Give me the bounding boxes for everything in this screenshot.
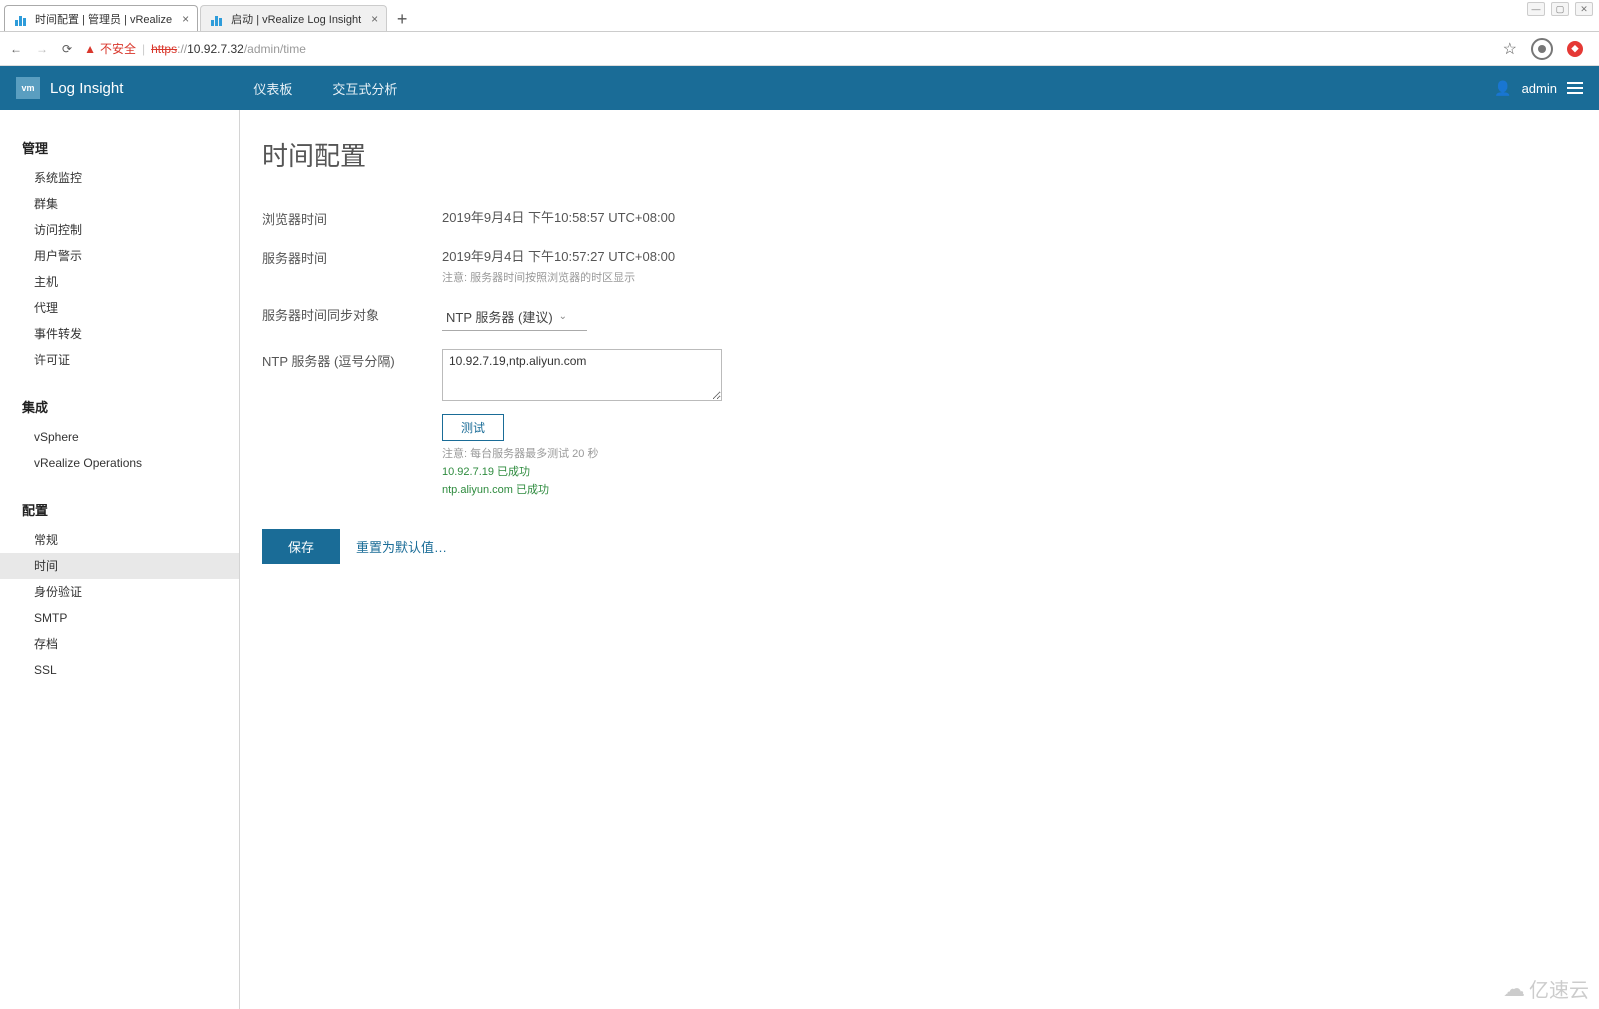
ntp-servers-input[interactable] xyxy=(442,349,722,401)
address-bar[interactable]: ▲ 不安全 | https://10.92.7.32/admin/time xyxy=(84,40,1491,57)
nav-dashboard[interactable]: 仪表板 xyxy=(253,79,292,98)
dropdown-selected: NTP 服务器 (建议) xyxy=(446,307,553,326)
username: admin xyxy=(1522,81,1557,96)
label-sync-target: 服务器时间同步对象 xyxy=(262,303,442,324)
cloud-icon: ☁ xyxy=(1503,976,1525,1002)
new-tab-button[interactable]: + xyxy=(389,7,415,31)
window-controls: — ▢ ✕ xyxy=(1527,2,1593,16)
main-panel: 时间配置 浏览器时间 2019年9月4日 下午10:58:57 UTC+08:0… xyxy=(240,110,1599,1009)
value-browser-time: 2019年9月4日 下午10:58:57 UTC+08:00 xyxy=(442,207,675,226)
sidebar-item-system-monitor[interactable]: 系统监控 xyxy=(0,165,239,191)
browser-tab-inactive[interactable]: 启动 | vRealize Log Insight × xyxy=(200,5,387,31)
insecure-icon: ▲ 不安全 xyxy=(84,40,136,57)
user-menu[interactable]: 👤 admin xyxy=(1494,80,1583,97)
sidebar-item-general[interactable]: 常规 xyxy=(0,527,239,553)
url-path: /admin/time xyxy=(244,42,306,56)
watermark: ☁ 亿速云 xyxy=(1503,974,1589,1003)
sidebar-item-ssl[interactable]: SSL xyxy=(0,657,239,683)
test-button[interactable]: 测试 xyxy=(442,414,504,441)
tab-title: 时间配置 | 管理员 | vRealize xyxy=(35,11,172,27)
nav-buttons: ← → ⟳ xyxy=(10,42,72,56)
back-button[interactable]: ← xyxy=(10,42,22,56)
brand-name: Log Insight xyxy=(50,80,123,97)
nav-interactive-analysis[interactable]: 交互式分析 xyxy=(332,79,397,98)
user-icon: 👤 xyxy=(1494,80,1511,97)
value-server-time: 2019年9月4日 下午10:57:27 UTC+08:00 xyxy=(442,246,675,265)
profile-icon[interactable] xyxy=(1531,38,1553,60)
sidebar-item-event-forwarding[interactable]: 事件转发 xyxy=(0,321,239,347)
insecure-label: 不安全 xyxy=(100,40,136,57)
sidebar-item-vrops[interactable]: vRealize Operations xyxy=(0,450,239,476)
sidebar-item-cluster[interactable]: 群集 xyxy=(0,191,239,217)
reload-button[interactable]: ⟳ xyxy=(62,42,72,56)
sidebar: 管理 系统监控 群集 访问控制 用户警示 主机 代理 事件转发 许可证 集成 v… xyxy=(0,110,240,1009)
url-scheme: https xyxy=(151,42,177,56)
hamburger-icon[interactable] xyxy=(1567,82,1583,94)
sidebar-item-agents[interactable]: 代理 xyxy=(0,295,239,321)
label-server-time: 服务器时间 xyxy=(262,246,442,267)
browser-tabstrip: 时间配置 | 管理员 | vRealize × 启动 | vRealize Lo… xyxy=(0,0,1599,32)
save-button[interactable]: 保存 xyxy=(262,529,340,564)
app-header: vm Log Insight 仪表板 交互式分析 👤 admin xyxy=(0,66,1599,110)
note-test-limit: 注意: 每台服务器最多测试 20 秒 xyxy=(442,445,722,461)
test-result-2: ntp.aliyun.com 已成功 xyxy=(442,481,722,497)
close-tab-icon[interactable]: × xyxy=(371,12,378,26)
sidebar-section-management: 管理 xyxy=(0,132,239,165)
extension-icon[interactable]: ◆ xyxy=(1567,41,1583,57)
label-browser-time: 浏览器时间 xyxy=(262,207,442,228)
sidebar-item-user-alerts[interactable]: 用户警示 xyxy=(0,243,239,269)
forward-button[interactable]: → xyxy=(36,42,48,56)
test-result-1: 10.92.7.19 已成功 xyxy=(442,463,722,479)
sidebar-item-smtp[interactable]: SMTP xyxy=(0,605,239,631)
watermark-text: 亿速云 xyxy=(1529,974,1589,1003)
browser-tab-active[interactable]: 时间配置 | 管理员 | vRealize × xyxy=(4,5,198,31)
browser-toolbar: ← → ⟳ ▲ 不安全 | https://10.92.7.32/admin/t… xyxy=(0,32,1599,66)
dropdown-sync-target[interactable]: NTP 服务器 (建议) ⌄ xyxy=(442,303,587,331)
sidebar-item-vsphere[interactable]: vSphere xyxy=(0,424,239,450)
chevron-down-icon: ⌄ xyxy=(559,311,567,322)
sidebar-item-time[interactable]: 时间 xyxy=(0,553,239,579)
url-host: 10.92.7.32 xyxy=(187,42,244,56)
sidebar-item-auth[interactable]: 身份验证 xyxy=(0,579,239,605)
maximize-button[interactable]: ▢ xyxy=(1551,2,1569,16)
sidebar-item-access-control[interactable]: 访问控制 xyxy=(0,217,239,243)
close-window-button[interactable]: ✕ xyxy=(1575,2,1593,16)
brand-logo-icon: vm xyxy=(16,77,40,99)
close-tab-icon[interactable]: × xyxy=(182,12,189,26)
sidebar-section-config: 配置 xyxy=(0,494,239,527)
favicon-icon xyxy=(15,12,29,26)
favicon-icon xyxy=(211,12,225,26)
url-sep: :// xyxy=(177,42,187,56)
sidebar-section-integration: 集成 xyxy=(0,391,239,424)
bookmark-icon[interactable]: ☆ xyxy=(1503,39,1517,59)
content-area: 管理 系统监控 群集 访问控制 用户警示 主机 代理 事件转发 许可证 集成 v… xyxy=(0,110,1599,1009)
toolbar-right: ☆ ◆ xyxy=(1503,38,1589,60)
note-server-time: 注意: 服务器时间按照浏览器的时区显示 xyxy=(442,269,675,285)
page-title: 时间配置 xyxy=(262,136,1599,173)
reset-defaults-link[interactable]: 重置为默认值… xyxy=(356,537,447,556)
sidebar-item-hosts[interactable]: 主机 xyxy=(0,269,239,295)
sidebar-item-archive[interactable]: 存档 xyxy=(0,631,239,657)
tab-title: 启动 | vRealize Log Insight xyxy=(231,11,361,27)
sidebar-item-license[interactable]: 许可证 xyxy=(0,347,239,373)
label-ntp-servers: NTP 服务器 (逗号分隔) xyxy=(262,349,442,370)
minimize-button[interactable]: — xyxy=(1527,2,1545,16)
